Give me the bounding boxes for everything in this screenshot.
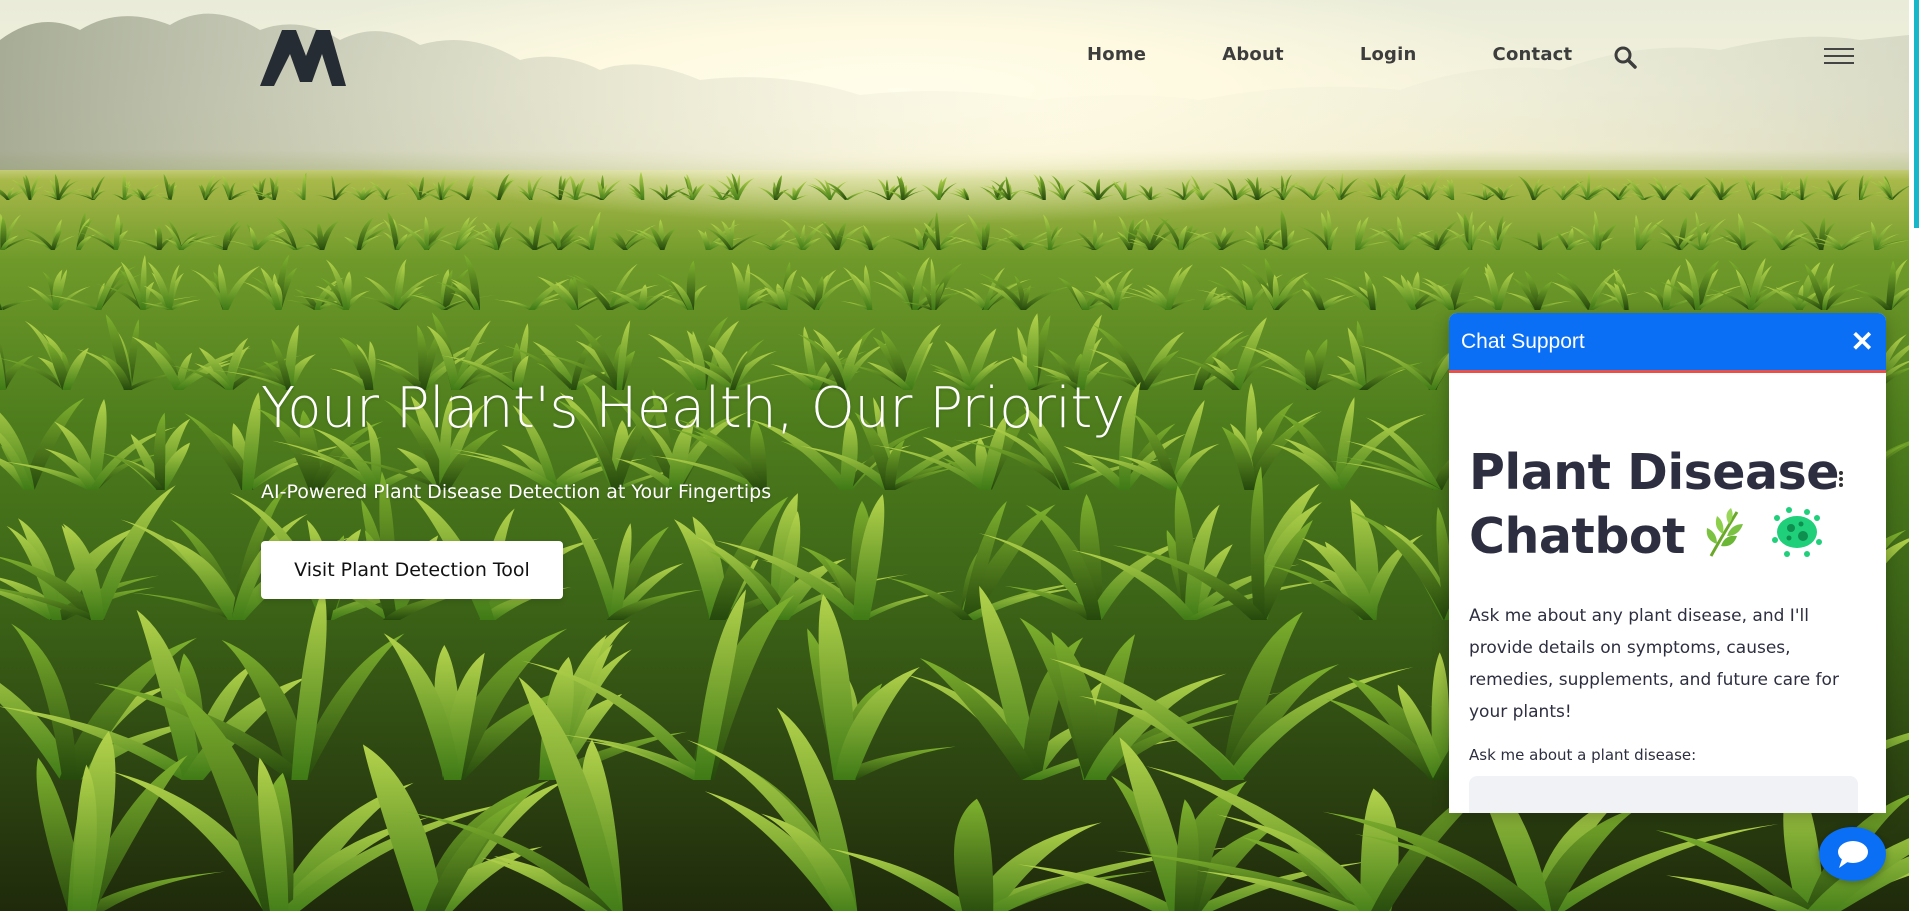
corn-leaf — [1852, 288, 1892, 310]
corn-leaf — [1255, 176, 1259, 200]
corn-leaf — [1833, 179, 1850, 200]
corn-leaf — [259, 180, 262, 200]
scrollbar-thumb[interactable] — [1914, 0, 1919, 228]
corn-leaf — [729, 231, 767, 250]
ask-disease-input[interactable] — [1469, 775, 1858, 813]
nav-home-link[interactable]: Home — [1087, 44, 1146, 65]
corn-leaf — [446, 189, 469, 200]
corn-leaf — [1071, 286, 1089, 310]
corn-leaf — [204, 174, 216, 200]
herb-icon — [1703, 506, 1751, 574]
corn-leaf — [1800, 188, 1831, 200]
main-nav: Home About Login Contact — [1087, 44, 1632, 65]
hero-subtitle: AI-Powered Plant Disease Detection at Yo… — [261, 481, 772, 503]
corn-leaf — [436, 239, 459, 250]
chatbot-description: Ask me about any plant disease, and I'll… — [1469, 605, 1839, 722]
corn-leaf — [222, 266, 260, 310]
corn-leaf — [1750, 221, 1785, 250]
search-icon[interactable] — [1613, 45, 1637, 69]
hamburger-icon[interactable] — [1824, 48, 1854, 66]
corn-leaf — [397, 223, 429, 250]
corn-leaf — [363, 276, 399, 310]
corn-leaf — [770, 233, 787, 250]
corn-leaf — [1304, 349, 1317, 390]
corn-leaf — [67, 192, 95, 200]
corn-leaf — [697, 229, 711, 250]
corn-leaf — [333, 182, 353, 200]
hero-title: Your Plant's Health, Our Priority — [261, 376, 1125, 441]
ask-input-label: Ask me about a plant disease: — [1469, 745, 1697, 764]
page-scrollbar[interactable] — [1909, 0, 1919, 911]
corn-leaf — [156, 226, 163, 250]
corn-leaf — [1359, 362, 1423, 390]
corn-leaf — [1517, 175, 1536, 200]
microbe-icon — [1769, 506, 1825, 574]
corn-leaf — [1076, 179, 1100, 200]
corn-leaf — [1365, 417, 1442, 490]
corn-leaf — [142, 184, 159, 200]
kebab-icon[interactable] — [1838, 471, 1844, 491]
corn-leaf — [930, 258, 936, 310]
hamburger-bar — [1824, 62, 1854, 64]
corn-leaf — [222, 228, 231, 250]
corn-leaf — [331, 175, 336, 200]
close-icon[interactable]: ✕ — [1851, 327, 1874, 356]
chat-header-title: Chat Support — [1461, 329, 1585, 353]
corn-leaf — [1096, 181, 1122, 200]
corn-leaf — [1174, 799, 1199, 911]
corn-leaf — [1312, 175, 1328, 200]
corn-leaf — [920, 184, 940, 200]
corn-leaf — [477, 187, 501, 200]
hamburger-bar — [1824, 55, 1854, 57]
corn-leaf — [1163, 187, 1186, 200]
corn-leaf — [369, 181, 388, 200]
corn-leaf — [1062, 184, 1076, 200]
corn-leaf — [1780, 175, 1784, 200]
chat-header: Chat Support ✕ — [1449, 313, 1886, 373]
m-logo[interactable] — [260, 30, 346, 86]
corn-leaf — [1890, 185, 1909, 200]
corn-leaf — [313, 194, 337, 200]
corn-leaf — [140, 254, 147, 310]
corn-leaf — [168, 183, 172, 200]
corn-leaf — [1545, 184, 1565, 200]
corn-leaf — [558, 501, 621, 620]
corn-leaf — [1495, 271, 1515, 310]
corn-leaf — [1704, 177, 1723, 200]
corn-leaf — [1838, 235, 1862, 250]
corn-leaf — [356, 217, 375, 250]
corn-leaf — [885, 577, 973, 620]
corn-leaf — [0, 299, 39, 310]
chat-support-panel: Chat Support ✕ Plant Disease Chatbot Ask… — [1449, 313, 1886, 813]
corn-leaf — [845, 190, 869, 200]
corn-leaf — [1689, 183, 1709, 200]
corn-leaf — [535, 188, 562, 200]
nav-contact-link[interactable]: Contact — [1493, 44, 1573, 65]
nav-about-link[interactable]: About — [1222, 44, 1284, 65]
corn-leaf — [218, 263, 229, 310]
corn-leaf — [254, 228, 292, 250]
corn-leaf — [242, 392, 261, 490]
hamburger-bar — [1824, 48, 1854, 50]
corn-leaf — [409, 181, 421, 200]
corn-leaf — [122, 173, 127, 200]
corn-leaf — [153, 412, 166, 490]
visit-detection-tool-button[interactable]: Visit Plant Detection Tool — [261, 541, 563, 599]
corn-leaf — [1123, 181, 1127, 200]
corn-leaf — [1043, 214, 1052, 250]
corn-leaf — [1556, 272, 1594, 310]
corn-leaf — [751, 240, 775, 250]
chat-bubble-icon[interactable] — [1819, 827, 1886, 881]
nav-login-link[interactable]: Login — [1360, 44, 1417, 65]
corn-leaf — [954, 798, 994, 911]
corn-leaf — [1201, 186, 1217, 200]
chatbot-heading: Plant Disease Chatbot — [1469, 441, 1866, 574]
corn-leaf — [869, 235, 891, 250]
corn-leaf — [302, 173, 307, 200]
chat-body: Plant Disease Chatbot Ask me about any p… — [1449, 441, 1886, 813]
corn-leaf — [532, 215, 543, 250]
